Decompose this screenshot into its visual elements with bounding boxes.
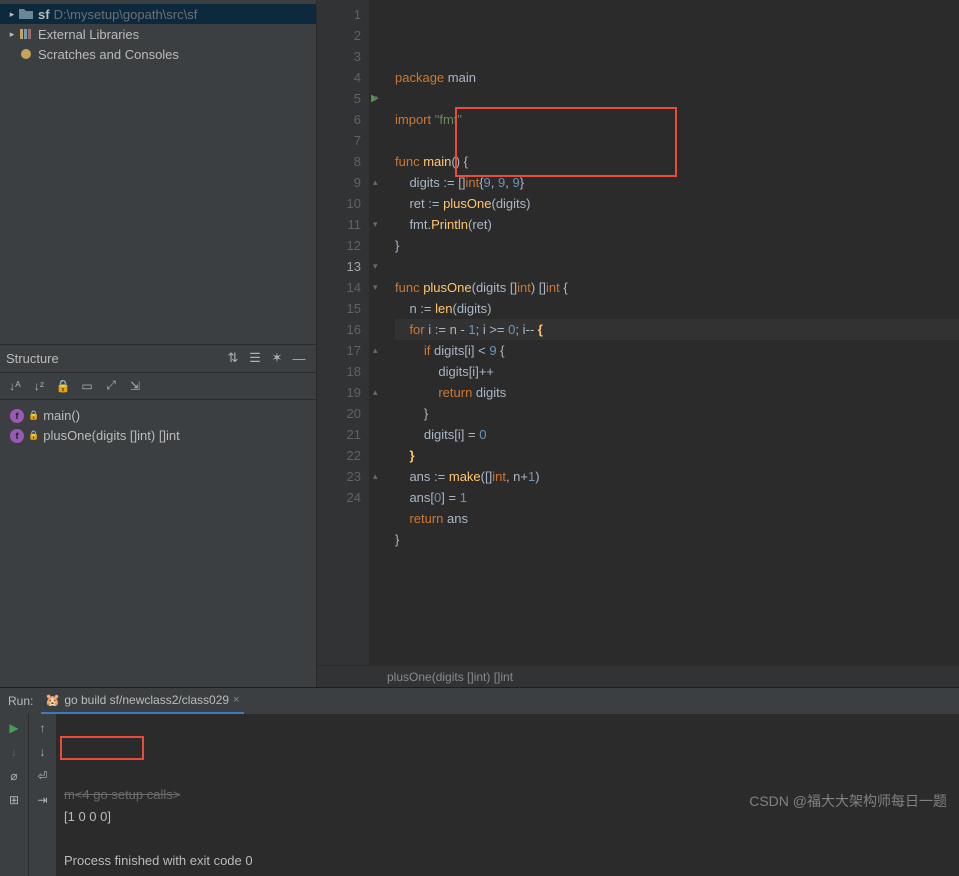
run-toolbar-left: ▶ ↓ ⌀ ⊞	[0, 714, 28, 876]
stop-icon[interactable]: ↓	[4, 742, 24, 762]
sort-alpha-icon[interactable]: ↓ᴬ	[6, 377, 24, 395]
run-icon[interactable]: ▶	[4, 718, 24, 738]
external-libraries[interactable]: ▸ External Libraries	[0, 24, 316, 44]
structure-header: Structure ⇅ ☰ ✶ —	[0, 344, 316, 372]
structure-title: Structure	[6, 351, 222, 366]
run-label: Run:	[8, 694, 33, 708]
filter-icon[interactable]: ☰	[244, 347, 266, 369]
sort-vis-icon[interactable]: ↓ᶻ	[30, 377, 48, 395]
scroll-icon[interactable]: ⇥	[33, 790, 53, 810]
run-config-tab[interactable]: 🐹 go build sf/newclass2/class029 ×	[41, 688, 243, 714]
tree-spacer	[0, 68, 316, 344]
line-gutter[interactable]: 123456789101112131415161718192021222324	[317, 0, 369, 665]
run-panel: Run: 🐹 go build sf/newclass2/class029 × …	[0, 687, 959, 819]
collapse-all-icon[interactable]: ⇲	[126, 377, 144, 395]
lock-icon: 🔒	[28, 430, 39, 441]
lock-icon: 🔒	[28, 410, 39, 421]
close-tab-icon[interactable]: ×	[233, 694, 239, 706]
sort-icon[interactable]: ⇅	[222, 347, 244, 369]
project-path: D:\mysetup\gopath\src\sf	[54, 7, 198, 22]
console-output[interactable]: m<4 go setup calls>[1 0 0 0] Process fin…	[56, 714, 959, 876]
structure-func-plusone[interactable]: f 🔒 plusOne(digits []int) []int	[0, 426, 316, 446]
expand-icon[interactable]: ▸	[6, 9, 18, 20]
wrap-icon[interactable]: ⏎	[33, 766, 53, 786]
highlight-box-output	[60, 736, 144, 760]
code-editor: 123456789101112131415161718192021222324 …	[317, 0, 959, 687]
structure-func-main[interactable]: f 🔒 main()	[0, 406, 316, 426]
run-toolbar-left2: ↑ ↓ ⏎ ⇥	[28, 714, 56, 876]
pin-icon[interactable]: ⌀	[4, 766, 24, 786]
hide-icon[interactable]: —	[288, 347, 310, 369]
expand-icon[interactable]: ▸	[6, 29, 18, 40]
structure-list: f 🔒 main() f 🔒 plusOne(digits []int) []i…	[0, 400, 316, 688]
library-icon	[18, 26, 34, 42]
layout-icon[interactable]: ⊞	[4, 790, 24, 810]
project-name: sf	[38, 7, 50, 22]
project-root[interactable]: ▸ sf D:\mysetup\gopath\src\sf	[0, 4, 316, 24]
code-body[interactable]: package mainimport "fmt"func main() { di…	[369, 0, 959, 665]
settings-icon[interactable]: ✶	[266, 347, 288, 369]
scratches-consoles[interactable]: Scratches and Consoles	[0, 44, 316, 64]
expand-all-icon[interactable]: ⤢	[102, 377, 120, 395]
function-badge-icon: f	[10, 429, 24, 443]
folder-icon	[18, 6, 34, 22]
structure-toolbar: ↓ᴬ ↓ᶻ 🔒 ▭ ⤢ ⇲	[0, 372, 316, 400]
function-badge-icon: f	[10, 409, 24, 423]
folder-icon[interactable]: ▭	[78, 377, 96, 395]
go-icon: 🐹	[45, 693, 60, 707]
up-icon[interactable]: ↑	[33, 718, 53, 738]
lock-icon[interactable]: 🔒	[54, 377, 72, 395]
scratch-icon	[18, 46, 34, 62]
breadcrumb[interactable]: plusOne(digits []int) []int	[317, 665, 959, 687]
down-icon[interactable]: ↓	[33, 742, 53, 762]
project-tree: ▸ sf D:\mysetup\gopath\src\sf ▸ External…	[0, 0, 316, 68]
